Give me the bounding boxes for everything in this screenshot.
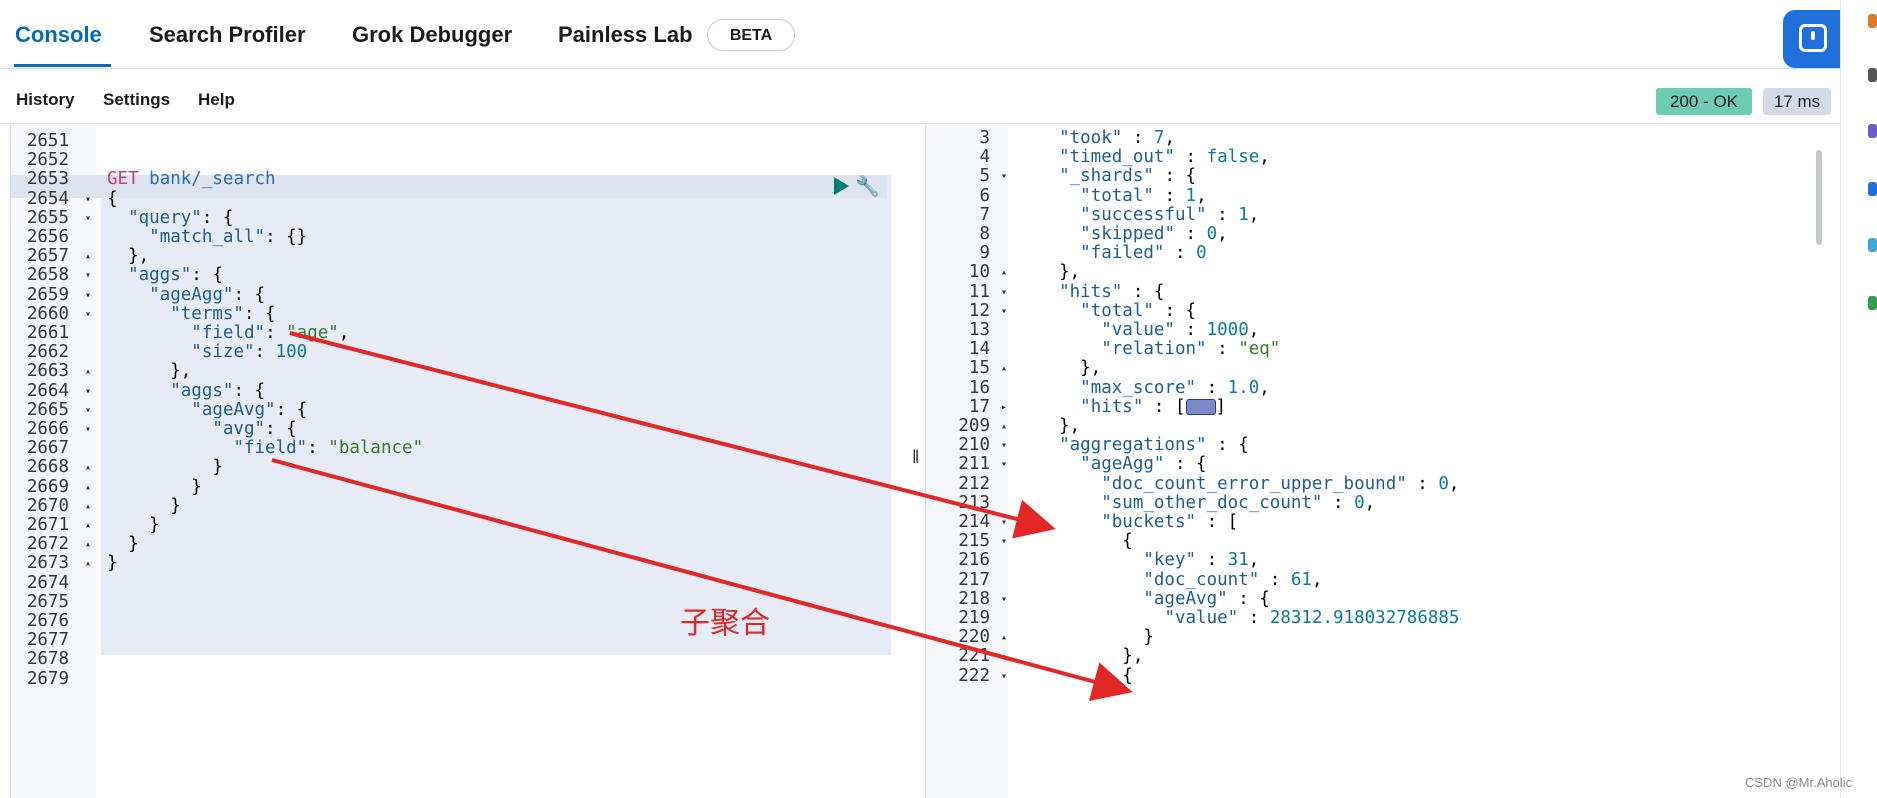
active-tab-indicator xyxy=(14,64,111,67)
status-badge: 200 - OK xyxy=(1656,88,1752,115)
timing-badge: 17 ms xyxy=(1763,88,1831,115)
fold-open-icon[interactable]: ▾ xyxy=(1001,665,1007,688)
request-editor[interactable]: 2651 2652 2653 GET bank/_search 2654 ▾{2655 ▾ … xyxy=(11,125,911,798)
extension-icon[interactable] xyxy=(1868,14,1877,28)
response-line: 222 ▾ { xyxy=(926,665,1831,688)
line-number: 222 xyxy=(958,665,990,686)
response-viewer[interactable]: 3 "took" : 7, 4 "timed_out" : false, 5 ▾ "_… xyxy=(926,125,1831,798)
menu-help[interactable]: Help xyxy=(198,90,235,110)
assistant-button[interactable] xyxy=(1783,10,1845,68)
menu-settings[interactable]: Settings xyxy=(103,90,170,110)
editor-left-border xyxy=(10,125,11,798)
annotation-label: 子聚合 xyxy=(680,606,770,641)
menu-history[interactable]: History xyxy=(16,90,75,110)
response-scrollbar[interactable] xyxy=(1816,150,1822,245)
beta-badge: BETA xyxy=(707,19,795,51)
tab-painless-lab[interactable]: Painless Lab xyxy=(558,22,693,48)
code-text: { xyxy=(1038,665,1133,686)
top-nav: Console Search Profiler Grok Debugger Pa… xyxy=(0,0,1877,69)
run-request-button[interactable] xyxy=(834,177,849,195)
extension-icon[interactable] xyxy=(1868,68,1877,82)
divider xyxy=(0,123,1840,124)
console-menu: History Settings Help xyxy=(0,90,1877,114)
extension-icon[interactable] xyxy=(1868,182,1877,196)
browser-side-strip xyxy=(1840,0,1877,798)
extension-icon[interactable] xyxy=(1868,238,1877,252)
assistant-icon xyxy=(1799,24,1827,52)
extension-icon[interactable] xyxy=(1868,296,1877,310)
pane-splitter-handle[interactable]: ‖ xyxy=(912,447,919,468)
request-line: 2679 xyxy=(11,668,911,691)
collapsed-array-icon[interactable] xyxy=(1185,398,1216,415)
extension-icon[interactable] xyxy=(1868,124,1877,138)
line-number: 2679 xyxy=(26,668,69,689)
tab-grok-debugger[interactable]: Grok Debugger xyxy=(352,22,512,48)
wrench-icon[interactable]: 🔧 xyxy=(855,175,880,197)
tab-search-profiler[interactable]: Search Profiler xyxy=(149,22,306,48)
watermark: CSDN @Mr.Aholic xyxy=(1745,775,1853,790)
tab-console[interactable]: Console xyxy=(15,22,102,48)
